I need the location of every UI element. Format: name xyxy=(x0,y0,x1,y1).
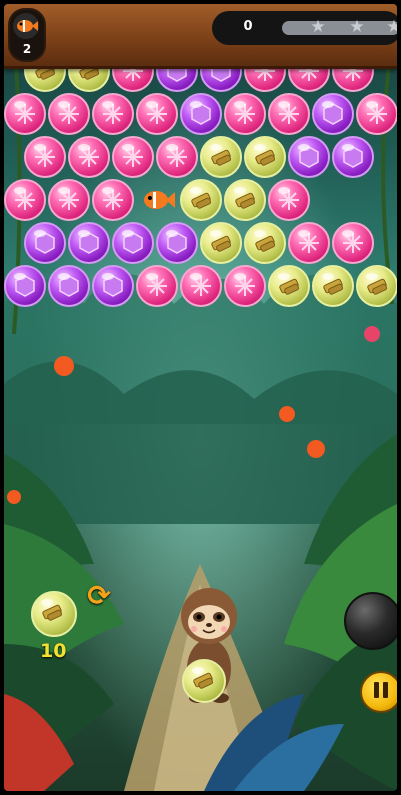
yellow-bubble xyxy=(268,265,310,307)
bubble-shine xyxy=(298,230,310,237)
pink-bubble xyxy=(24,136,66,178)
pink-bubble xyxy=(92,93,134,135)
top-hud-bar: 2 0 ★ ★ ★ xyxy=(4,4,397,69)
bubble-shine xyxy=(254,230,266,237)
bubble-shine xyxy=(190,101,202,108)
pink-bubble xyxy=(332,222,374,264)
progress-star-icon: ★ xyxy=(310,17,326,37)
pink-bubble xyxy=(4,179,46,221)
bubble-shine xyxy=(366,101,378,108)
bubble-shine xyxy=(122,144,134,151)
bubble-shine xyxy=(322,101,334,108)
pink-bubble xyxy=(268,179,310,221)
bubble-shine xyxy=(102,273,114,280)
bubble-shine xyxy=(190,187,202,194)
pink-bubble xyxy=(48,179,90,221)
bubble-shine xyxy=(14,187,26,194)
pink-bubble xyxy=(356,93,397,135)
bubble-shine xyxy=(58,273,70,280)
bubble-shine xyxy=(322,273,334,280)
bubble-shine xyxy=(254,144,266,151)
score-panel: 0 ★ ★ ★ xyxy=(212,11,397,45)
score-value: 0 xyxy=(243,19,253,34)
yellow-bubble xyxy=(312,265,354,307)
progress-star-icon: ★ xyxy=(386,17,397,37)
bubble-shine xyxy=(146,273,158,280)
bubble-shine xyxy=(278,273,290,280)
pause-icon[interactable] xyxy=(360,671,397,713)
bubble-shine xyxy=(78,230,90,237)
purple-bubble xyxy=(156,222,198,264)
fish-count: 2 xyxy=(22,42,32,56)
purple-bubble xyxy=(180,93,222,135)
star-progress-bar: ★ ★ ★ xyxy=(282,17,397,37)
bubble-shine xyxy=(146,101,158,108)
bubble-shine xyxy=(234,273,246,280)
pink-bubble xyxy=(4,93,46,135)
fish-icon xyxy=(140,187,176,213)
pink-bubble xyxy=(224,265,266,307)
yellow-bubble xyxy=(244,222,286,264)
purple-bubble xyxy=(112,222,154,264)
bubble-shine xyxy=(234,101,246,108)
bubble-shine xyxy=(14,273,26,280)
bubble-shine xyxy=(278,101,290,108)
purple-bubble xyxy=(332,136,374,178)
next-bubble[interactable] xyxy=(31,591,77,637)
bubble-shine xyxy=(102,101,114,108)
bubble-shine xyxy=(278,187,290,194)
loaded-bubble[interactable] xyxy=(182,659,226,703)
purple-bubble xyxy=(92,265,134,307)
bubble-shine xyxy=(298,144,310,151)
bubble-shine xyxy=(58,101,70,108)
bomb-icon[interactable] xyxy=(344,592,397,650)
bubble-shine xyxy=(234,187,246,194)
purple-bubble xyxy=(24,222,66,264)
yellow-bubble xyxy=(180,179,222,221)
bubble-shine xyxy=(342,144,354,151)
pink-bubble xyxy=(136,93,178,135)
bubble-shine xyxy=(190,273,202,280)
bubble-shine xyxy=(166,230,178,237)
game-screen[interactable]: 2 0 ★ ★ ★ 10 ⟳ xyxy=(4,4,397,791)
purple-bubble xyxy=(48,265,90,307)
pink-bubble xyxy=(180,265,222,307)
bubble-shine xyxy=(166,144,178,151)
bubble-shine xyxy=(122,230,134,237)
bubble-shine xyxy=(210,230,222,237)
bubble-shine xyxy=(14,101,26,108)
bubble-shine xyxy=(102,187,114,194)
yellow-bubble xyxy=(356,265,397,307)
progress-star-icon: ★ xyxy=(349,17,365,37)
purple-bubble xyxy=(68,222,110,264)
pink-bubble xyxy=(136,265,178,307)
swap-icon[interactable]: ⟳ xyxy=(84,581,114,611)
bubble-shine xyxy=(58,187,70,194)
pink-bubble xyxy=(92,179,134,221)
purple-bubble xyxy=(4,265,46,307)
bubble-shine xyxy=(34,144,46,151)
fish-counter: 2 xyxy=(8,8,46,62)
yellow-bubble xyxy=(200,222,242,264)
yellow-bubble xyxy=(224,179,266,221)
pink-bubble xyxy=(112,136,154,178)
purple-bubble xyxy=(288,136,330,178)
bubble-shine xyxy=(210,144,222,151)
yellow-bubble xyxy=(200,136,242,178)
bubble-shine xyxy=(34,230,46,237)
pink-bubble xyxy=(268,93,310,135)
yellow-bubble xyxy=(244,136,286,178)
bubble-shine xyxy=(342,230,354,237)
purple-bubble xyxy=(312,93,354,135)
pink-bubble xyxy=(48,93,90,135)
bubble-shine xyxy=(366,273,378,280)
bubble-shine xyxy=(78,144,90,151)
pink-bubble xyxy=(156,136,198,178)
shots-remaining: 10 xyxy=(40,640,67,662)
pink-bubble xyxy=(288,222,330,264)
pink-bubble xyxy=(68,136,110,178)
pink-bubble xyxy=(224,93,266,135)
fish-icon xyxy=(13,13,39,39)
